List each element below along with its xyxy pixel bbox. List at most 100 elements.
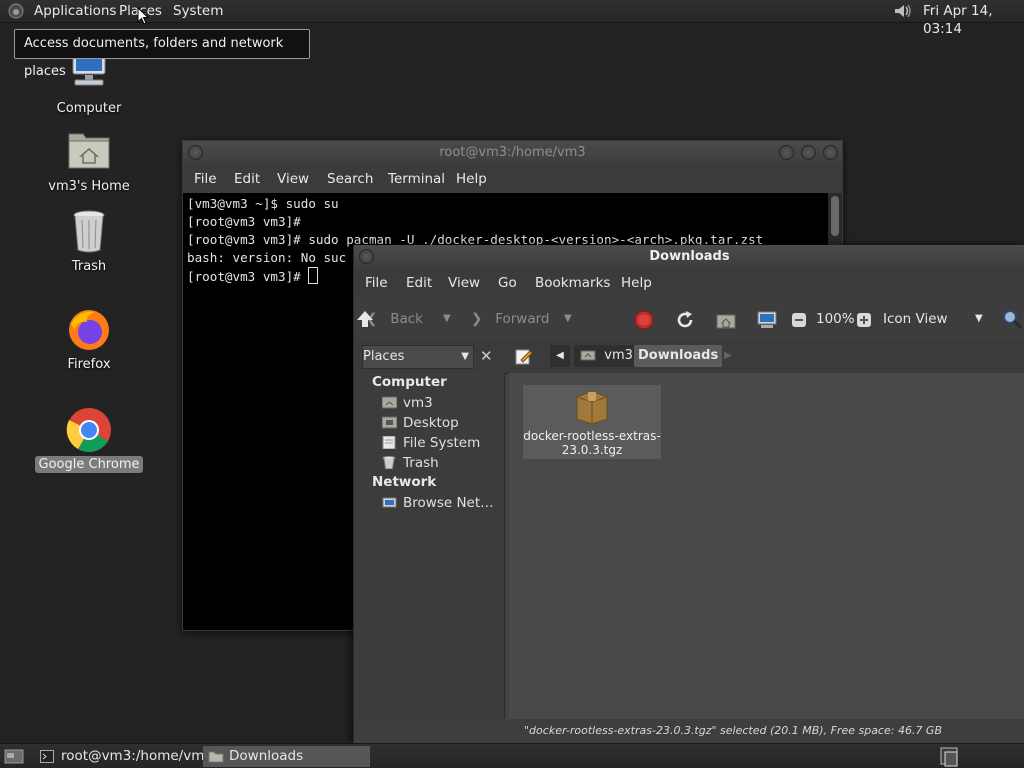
sidebar-item-browse-network[interactable]: Browse Net… — [382, 494, 494, 512]
task-downloads[interactable]: Downloads — [203, 746, 370, 767]
places-sidebar: Computer vm3 Desktop File System Trash N… — [354, 373, 505, 719]
view-mode-label: Icon View — [883, 311, 948, 327]
desktop-folder-icon — [382, 416, 397, 429]
zoom-out-icon[interactable] — [791, 312, 807, 328]
back-label: Back — [390, 311, 423, 327]
places-heading-network: Network — [372, 474, 437, 490]
stop-icon[interactable] — [633, 309, 655, 331]
terminal-menu-view[interactable]: View — [277, 165, 309, 193]
fm-menu-go[interactable]: Go — [498, 269, 517, 297]
terminal-menu-file[interactable]: File — [194, 165, 217, 193]
menu-system[interactable]: System — [169, 2, 227, 20]
terminal-menu-edit[interactable]: Edit — [234, 165, 260, 193]
close-button[interactable] — [823, 145, 838, 160]
gnome-foot-icon[interactable] — [6, 2, 26, 20]
desktop-icon-label: Computer — [56, 101, 122, 116]
window-menu-button[interactable] — [188, 145, 203, 160]
home-icon[interactable] — [715, 309, 737, 331]
forward-button[interactable]: ❯ Forward — [471, 297, 549, 341]
window-menu-button[interactable] — [359, 249, 374, 264]
desktop-icon-chrome[interactable]: Google Chrome — [34, 406, 144, 473]
terminal-icon — [40, 750, 54, 763]
desktop-icon-label: Firefox — [67, 357, 111, 372]
terminal-line: [root@vm3 vm3]# — [187, 214, 301, 229]
fm-menu-edit[interactable]: Edit — [406, 269, 432, 297]
view-mode-select[interactable]: Icon View ▼ — [883, 297, 988, 341]
zoom-in-icon[interactable] — [856, 312, 872, 328]
file-name-line: docker-rootless-extras- — [523, 429, 661, 443]
sidebar-select-label: Places — [363, 349, 405, 364]
fm-menu-file[interactable]: File — [365, 269, 388, 297]
sidebar-item-desktop[interactable]: Desktop — [382, 414, 459, 432]
file-icon-view[interactable]: docker-rootless-extras- 23.0.3.tgz — [509, 373, 1024, 719]
top-panel: Applications Places System Fri Apr 14, 0… — [0, 0, 1024, 37]
file-manager-titlebar[interactable]: Downloads — [354, 245, 1024, 269]
sidebar-item-label: Desktop — [403, 415, 459, 431]
home-folder-icon — [382, 396, 397, 409]
crumb-left-arrow[interactable]: ◀ — [550, 345, 570, 367]
terminal-menu-search[interactable]: Search — [327, 165, 373, 193]
fm-menu-bookmarks[interactable]: Bookmarks — [535, 269, 610, 297]
minimize-button[interactable] — [779, 145, 794, 160]
terminal-cursor — [308, 267, 319, 284]
crumb-vm3[interactable]: vm3 — [574, 345, 639, 367]
zoom-level[interactable]: 100% — [816, 297, 855, 341]
workspace-switcher-icon[interactable] — [940, 747, 960, 767]
chevron-down-icon: ▼ — [461, 351, 469, 362]
show-desktop-icon[interactable] — [4, 748, 24, 765]
places-header: Places ▼ ✕ — [354, 345, 504, 369]
sidebar-item-file-system[interactable]: File System — [382, 434, 480, 452]
task-terminal[interactable]: root@vm3:/home/vm3 — [35, 746, 213, 767]
computer-icon[interactable] — [756, 309, 778, 331]
file-item[interactable]: docker-rootless-extras- 23.0.3.tgz — [523, 385, 661, 459]
reload-icon[interactable] — [674, 309, 696, 331]
sidebar-select[interactable]: Places ▼ — [362, 345, 474, 369]
task-label: Downloads — [229, 748, 304, 764]
home-folder-icon — [65, 128, 113, 176]
sidebar-item-label: vm3 — [403, 395, 433, 411]
search-icon[interactable] — [1001, 308, 1023, 330]
bottom-panel: root@vm3:/home/vm3 Downloads — [0, 743, 1024, 768]
sidebar-item-trash[interactable]: Trash — [382, 454, 439, 472]
fm-menu-help[interactable]: Help — [621, 269, 652, 297]
mouse-pointer-icon — [137, 7, 149, 25]
maximize-button[interactable] — [801, 145, 816, 160]
desktop-icon-firefox[interactable]: Firefox — [34, 306, 144, 373]
edit-location-icon[interactable] — [515, 348, 533, 366]
forward-arrow-icon: ❯ — [471, 311, 483, 327]
file-manager-title: Downloads — [649, 249, 730, 264]
terminal-line: [vm3@vm3 ~]$ sudo su — [187, 196, 339, 211]
menu-applications[interactable]: Applications — [30, 2, 120, 20]
terminal-menu-terminal[interactable]: Terminal — [388, 165, 445, 193]
crumb-right-arrow[interactable]: ▶ — [724, 345, 732, 367]
places-tooltip: Access documents, folders and network pl… — [14, 29, 310, 79]
terminal-title: root@vm3:/home/vm3 — [439, 145, 586, 160]
desktop-icon-home[interactable]: vm3's Home — [34, 128, 144, 195]
firefox-icon — [65, 306, 113, 354]
forward-history-dropdown[interactable]: ▼ — [564, 297, 572, 341]
back-history-dropdown[interactable]: ▼ — [443, 297, 451, 341]
terminal-menu-help[interactable]: Help — [456, 165, 487, 193]
sidebar-item-label: File System — [403, 435, 481, 451]
sidebar-item-label: Trash — [403, 455, 439, 471]
fm-statusbar: "docker-rootless-extras-23.0.3.tgz" sele… — [354, 719, 1024, 743]
close-sidebar-icon[interactable]: ✕ — [480, 347, 493, 365]
trash-icon — [382, 456, 396, 469]
fm-menu-view[interactable]: View — [448, 269, 480, 297]
file-manager-menubar: File Edit View Go Bookmarks Help — [354, 269, 1024, 297]
file-manager-window[interactable]: Downloads File Edit View Go Bookmarks He… — [353, 245, 1024, 743]
desktop-icon-trash[interactable]: Trash — [34, 208, 144, 275]
crumb-vm3-label: vm3 — [604, 348, 633, 363]
desktop-icon-label: Trash — [71, 259, 107, 274]
terminal-titlebar[interactable]: root@vm3:/home/vm3 — [183, 141, 842, 165]
file-system-icon — [382, 436, 396, 449]
crumb-downloads[interactable]: Downloads — [634, 345, 723, 367]
sidebar-item-vm3[interactable]: vm3 — [382, 394, 433, 412]
fm-toolbar: ❮ Back ▼ ❯ Forward ▼ — [354, 297, 1024, 342]
fm-location-bar: Places ▼ ✕ ◀ vm3 Downloads ▶ — [354, 341, 1024, 374]
forward-label: Forward — [495, 311, 550, 327]
volume-icon[interactable] — [892, 2, 914, 20]
file-name: docker-rootless-extras- 23.0.3.tgz — [523, 429, 661, 457]
file-name-line: 23.0.3.tgz — [561, 443, 623, 457]
clock[interactable]: Fri Apr 14, 03:14 — [919, 2, 1024, 37]
